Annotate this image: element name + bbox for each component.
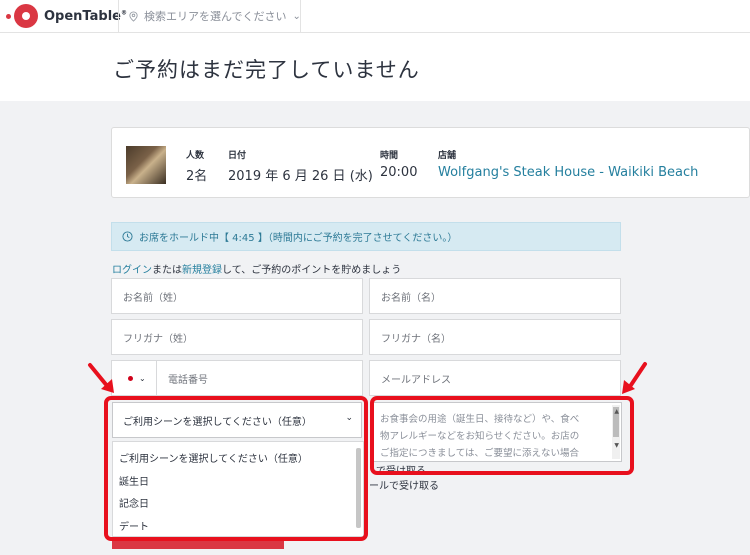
japan-flag-icon — [128, 375, 133, 381]
logo-text: OpenTable® — [44, 8, 127, 24]
logo-circle-icon — [14, 4, 38, 28]
reservation-summary-card: 人数 2名 日付 2019 年 6 月 26 日 (水) 時間 20:00 店舗… — [111, 127, 750, 198]
login-or: または — [152, 265, 182, 276]
login-prompt: ログインまたは新規登録して、ご予約のポイントを貯めましょう — [112, 261, 401, 276]
first-name-input[interactable]: お名前（名） — [369, 278, 621, 314]
email-opt-in-label: ールで受け取る — [369, 481, 439, 492]
register-link[interactable]: 新規登録 — [182, 265, 222, 276]
restaurant-thumbnail — [126, 146, 166, 184]
clock-icon — [122, 231, 133, 242]
last-name-input[interactable]: お名前（姓） — [111, 278, 363, 314]
reservation-time: 時間 20:00 — [380, 148, 417, 180]
logo-dot-icon — [6, 13, 11, 19]
kana-first-name-input[interactable]: フリガナ（名） — [369, 319, 621, 355]
top-bar: OpenTable® 検索エリアを選んでください ⌄ — [0, 0, 750, 33]
hold-notice: お席をホールド中【 4:45 】（時間内にご予約を完了させてください。） — [111, 222, 621, 251]
first-name-placeholder: お名前（名） — [381, 292, 441, 304]
divider — [300, 0, 301, 32]
party-size-value: 2名 — [186, 169, 208, 184]
restaurant-label: 店舗 — [438, 151, 457, 161]
restaurant: 店舗 Wolfgang's Steak House - Waikiki Beac… — [438, 148, 698, 180]
hold-notice-text: お席をホールド中【 4:45 】（時間内にご予約を完了させてください。） — [139, 233, 458, 244]
restaurant-link[interactable]: Wolfgang's Steak House - Waikiki Beach — [438, 165, 698, 180]
kana-first-placeholder: フリガナ（名） — [381, 333, 451, 345]
location-pin-icon — [129, 10, 138, 22]
login-rest: して、ご予約のポイントを貯めましょう — [222, 265, 402, 276]
highlight-box-left — [104, 396, 368, 541]
phone-input[interactable]: 電話番号 — [156, 360, 363, 396]
reservation-date: 日付 2019 年 6 月 26 日 (水) — [228, 148, 373, 184]
opentable-logo[interactable]: OpenTable® — [6, 4, 127, 28]
date-value: 2019 年 6 月 26 日 (水) — [228, 169, 373, 184]
time-label: 時間 — [380, 151, 399, 161]
login-link[interactable]: ログイン — [112, 265, 152, 276]
kana-last-name-input[interactable]: フリガナ（姓） — [111, 319, 363, 355]
complete-reservation-button[interactable] — [112, 541, 284, 549]
divider — [118, 0, 119, 32]
highlight-box-right — [370, 396, 634, 475]
time-value: 20:00 — [380, 165, 418, 180]
chevron-down-icon: ⌄ — [139, 373, 146, 383]
red-arrow-icon — [622, 362, 647, 394]
last-name-placeholder: お名前（姓） — [123, 292, 183, 304]
location-selector[interactable]: 検索エリアを選んでください ⌄ — [128, 8, 301, 24]
kana-last-placeholder: フリガナ（姓） — [123, 333, 193, 345]
email-placeholder: メールアドレス — [381, 374, 451, 386]
party-size: 人数 2名 — [186, 148, 207, 184]
red-arrow-icon — [88, 363, 114, 393]
email-input[interactable]: メールアドレス — [369, 360, 621, 396]
location-placeholder: 検索エリアを選んでください — [144, 10, 287, 23]
party-size-label: 人数 — [186, 151, 205, 161]
date-label: 日付 — [228, 151, 247, 161]
phone-placeholder: 電話番号 — [168, 374, 208, 386]
page-title: ご予約はまだ完了していません — [113, 58, 420, 82]
